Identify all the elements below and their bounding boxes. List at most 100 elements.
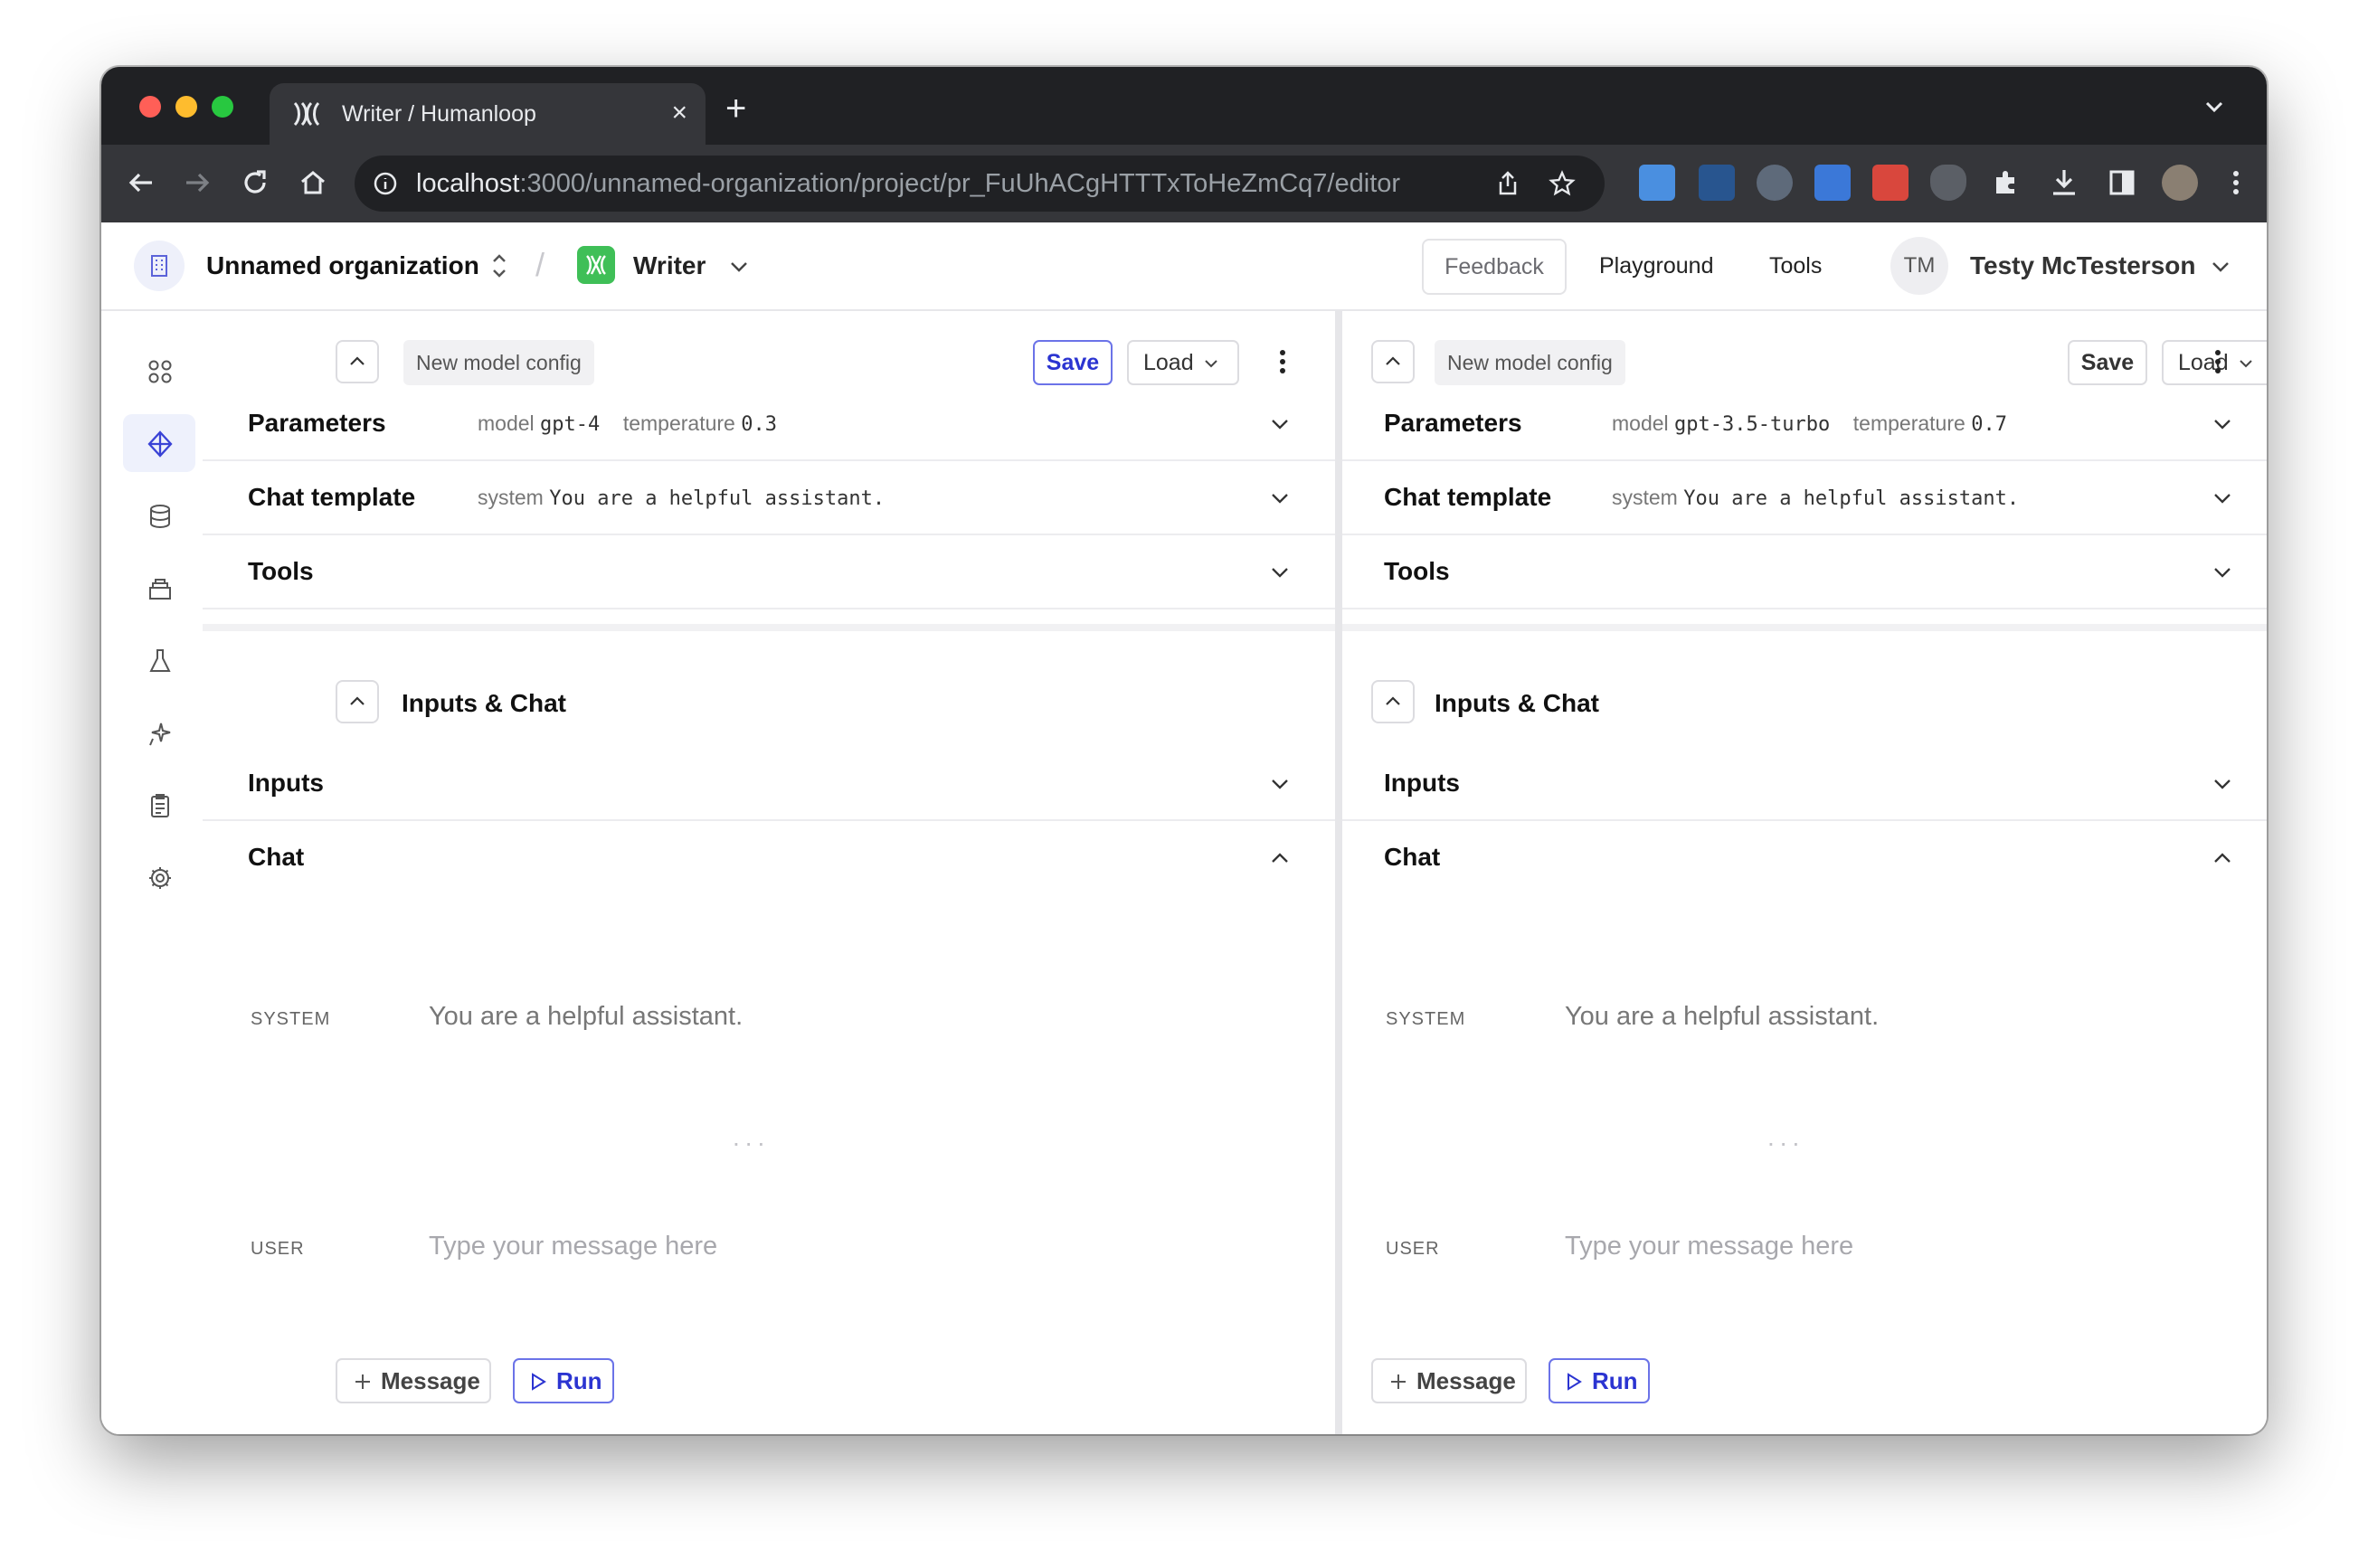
user-message-input[interactable]: Type your message here — [429, 1232, 717, 1261]
pane-divider[interactable] — [1335, 311, 1342, 1434]
side-panel-icon[interactable] — [2104, 165, 2140, 201]
chevron-down-icon — [1204, 360, 1217, 368]
collapse-inputs-chat-button[interactable] — [336, 680, 379, 723]
collapse-config-button[interactable] — [336, 340, 379, 383]
user-menu-chevron-down-icon[interactable] — [2207, 253, 2234, 280]
browser-toolbar: localhost:3000/unnamed-organization/proj… — [101, 145, 2267, 222]
parameters-label: Parameters — [1384, 409, 1522, 437]
tools-row[interactable]: Tools — [203, 535, 1335, 609]
nav-tools[interactable]: Tools — [1769, 253, 1822, 279]
forward-arrow-icon[interactable] — [179, 165, 215, 201]
system-role-label: SYSTEM — [1386, 1009, 1466, 1029]
clipboard-icon — [151, 794, 169, 817]
parameters-row[interactable]: Parameters model gpt-4 temperature 0.3 — [203, 387, 1335, 461]
sidebar-item-dashboard[interactable] — [123, 342, 195, 400]
extensions-puzzle-icon[interactable] — [1988, 165, 2024, 201]
reload-icon[interactable] — [237, 165, 273, 201]
maximize-window-button[interactable] — [212, 96, 233, 118]
organization-building-icon[interactable] — [134, 241, 185, 291]
project-name[interactable]: Writer — [633, 251, 706, 280]
back-arrow-icon[interactable] — [123, 165, 159, 201]
data-icon — [150, 505, 170, 528]
chevron-up-icon — [350, 356, 365, 365]
chat-row[interactable]: Chat — [1342, 821, 2267, 895]
extension-screen-icon[interactable] — [1814, 165, 1851, 201]
home-icon[interactable] — [295, 165, 331, 201]
inputs-chat-title: Inputs & Chat — [1435, 689, 1599, 717]
download-icon[interactable] — [2046, 165, 2082, 201]
extension-puzzle-red-icon[interactable] — [1872, 165, 1909, 201]
more-options-icon[interactable] — [1274, 344, 1292, 380]
more-options-icon[interactable] — [2209, 344, 2227, 380]
sidebar-item-evaluations[interactable] — [123, 631, 195, 689]
system-message-text[interactable]: You are a helpful assistant. — [1565, 1002, 1879, 1032]
parameters-row[interactable]: Parameters model gpt-3.5-turbo temperatu… — [1342, 387, 2267, 461]
sidebar-item-editor[interactable] — [123, 414, 195, 472]
sidebar-item-logs[interactable] — [123, 776, 195, 834]
chat-row[interactable]: Chat — [203, 821, 1335, 895]
sidebar-item-settings[interactable] — [123, 848, 195, 906]
ublock-shield-icon[interactable] — [1930, 165, 1966, 201]
user-message-input[interactable]: Type your message here — [1565, 1232, 1853, 1261]
user-name[interactable]: Testy McTesterson — [1970, 251, 2195, 280]
new-tab-icon[interactable]: + — [725, 90, 746, 127]
evaluations-flask-icon — [149, 649, 171, 672]
inputs-row[interactable]: Inputs — [203, 747, 1335, 821]
tools-label: Tools — [1384, 557, 1450, 585]
minimize-window-button[interactable] — [175, 96, 197, 118]
chat-template-row[interactable]: Chat template system You are a helpful a… — [1342, 461, 2267, 535]
run-button[interactable]: Run — [1549, 1358, 1650, 1403]
system-message-text[interactable]: You are a helpful assistant. — [429, 1002, 743, 1032]
project-chevron-down-icon[interactable] — [725, 253, 753, 280]
config-name-chip[interactable]: New model config — [1435, 340, 1625, 385]
organization-switch-icon[interactable] — [487, 248, 512, 284]
project-logo-icon — [577, 246, 615, 284]
run-button[interactable]: Run — [513, 1358, 614, 1403]
section-separator — [203, 624, 1335, 631]
bookmark-star-icon[interactable] — [1549, 170, 1576, 197]
close-window-button[interactable] — [139, 96, 161, 118]
add-message-label: Message — [1416, 1367, 1516, 1394]
tab-close-icon[interactable]: × — [671, 98, 687, 128]
collapsed-messages-ellipsis[interactable]: ... — [1767, 1123, 1804, 1152]
chat-template-row[interactable]: Chat template system You are a helpful a… — [203, 461, 1335, 535]
add-message-button[interactable]: Message — [1371, 1358, 1527, 1403]
extension-glasses-icon[interactable] — [1757, 165, 1793, 201]
load-button[interactable]: Load — [1127, 340, 1239, 385]
save-button[interactable]: Save — [1033, 340, 1113, 385]
browser-tab[interactable]: Writer / Humanloop × — [270, 83, 706, 145]
parameters-summary: model gpt-3.5-turbo temperature 0.7 — [1612, 411, 2007, 436]
load-label: Load — [1143, 350, 1194, 375]
collapse-config-button[interactable] — [1371, 340, 1415, 383]
organization-name[interactable]: Unnamed organization — [206, 251, 479, 280]
chat-template-label: Chat template — [1384, 483, 1552, 511]
profile-avatar-icon[interactable] — [2162, 165, 2198, 201]
sidebar-item-fine-tune[interactable] — [123, 704, 195, 761]
save-button[interactable]: Save — [2068, 340, 2147, 385]
collapse-inputs-chat-button[interactable] — [1371, 680, 1415, 723]
sidebar-item-data[interactable] — [123, 486, 195, 544]
config-name-chip[interactable]: New model config — [403, 340, 594, 385]
extension-s-icon[interactable] — [1639, 165, 1675, 201]
chevron-down-icon — [2214, 779, 2231, 789]
chat-label: Chat — [1384, 843, 1441, 871]
address-bar[interactable]: localhost:3000/unnamed-organization/proj… — [355, 156, 1605, 212]
user-role-label: USER — [1386, 1239, 1440, 1259]
collapsed-messages-ellipsis[interactable]: ... — [733, 1123, 770, 1152]
nav-playground[interactable]: Playground — [1599, 253, 1713, 279]
sidebar-item-datasets[interactable] — [123, 559, 195, 617]
tools-row[interactable]: Tools — [1342, 535, 2267, 609]
extension-bar-icon[interactable] — [1699, 165, 1735, 201]
share-icon[interactable] — [1494, 170, 1521, 197]
feedback-button[interactable]: Feedback — [1422, 239, 1567, 295]
site-info-icon[interactable] — [373, 171, 398, 196]
add-message-button[interactable]: Message — [336, 1358, 491, 1403]
inputs-row[interactable]: Inputs — [1342, 747, 2267, 821]
chat-template-summary: system You are a helpful assistant. — [478, 486, 886, 510]
chevron-down-icon — [2214, 494, 2231, 504]
browser-window: Writer / Humanloop × + localhost:3000/un — [101, 67, 2267, 1434]
tab-search-chevron-icon[interactable] — [2202, 94, 2227, 119]
editor-pane-right: New model config Save Load Parameters mo… — [1342, 311, 2267, 1434]
user-avatar[interactable]: TM — [1890, 237, 1948, 295]
browser-menu-icon[interactable] — [2218, 165, 2254, 201]
